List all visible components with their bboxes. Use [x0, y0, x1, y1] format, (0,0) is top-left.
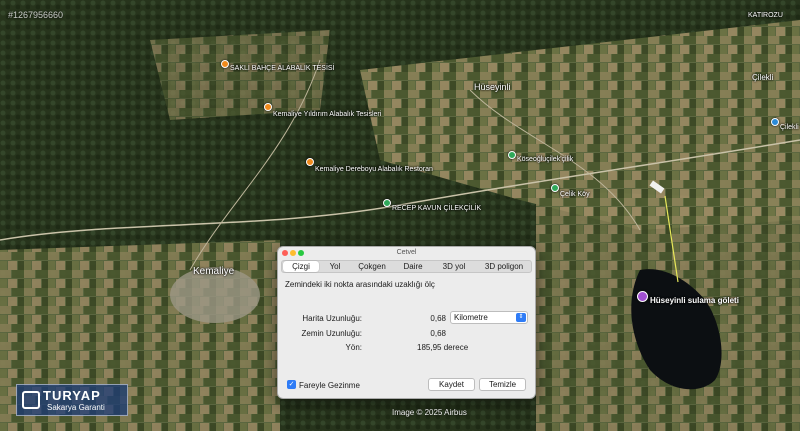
tab-path[interactable]: Yol: [320, 261, 350, 272]
tab-circle[interactable]: Daire: [396, 261, 430, 272]
place-label-huseyinli[interactable]: Hüseyinli: [474, 82, 511, 92]
tab-3d-polygon[interactable]: 3D poligon: [478, 261, 530, 272]
save-button[interactable]: Kaydet: [428, 378, 475, 391]
shop-pin-icon[interactable]: [551, 184, 559, 192]
place-label-celik-koy[interactable]: Çelik Köy: [560, 191, 590, 198]
window-title: Cetvel: [396, 249, 417, 256]
clear-button[interactable]: Temizle: [479, 378, 526, 391]
map-length-label: Harita Uzunluğu:: [302, 314, 362, 323]
shop-pin-icon[interactable]: [508, 151, 516, 159]
place-label-recep[interactable]: RECEP KAVUN ÇİLEKÇİLİK: [392, 205, 481, 212]
mouse-navigation-label[interactable]: Fareyle Gezinme: [299, 381, 360, 390]
place-label-yildirim[interactable]: Kemaliye Yıldırım Alabalık Tesisleri: [273, 111, 381, 118]
logo-brand: TURYAP: [43, 388, 101, 403]
unit-select[interactable]: Kilometre ⇕: [450, 311, 528, 324]
logo-subtitle: Sakarya Garanti: [47, 403, 105, 412]
pond-pin-icon[interactable]: [637, 291, 648, 302]
logo-mark-icon: [22, 391, 40, 409]
heading-label: Yön:: [345, 343, 362, 352]
ruler-window: Cetvel Çizgi Yol Çokgen Daire 3D yol 3D …: [277, 246, 536, 399]
heading-value: 185,95 derece: [417, 343, 469, 352]
window-titlebar[interactable]: Cetvel: [278, 247, 535, 259]
place-label-dereboyu[interactable]: Kemaliye Dereboyu Alabalık Restoran: [315, 166, 433, 173]
chevron-updown-icon: ⇕: [516, 313, 526, 322]
tab-3d-path[interactable]: 3D yol: [434, 261, 474, 272]
place-label-cilekli[interactable]: Çilekli: [752, 73, 773, 82]
imagery-attribution: Image © 2025 Airbus: [392, 408, 467, 417]
ground-length-label: Zemin Uzunluğu:: [301, 329, 362, 338]
mouse-navigation-checkbox[interactable]: ✓: [287, 380, 296, 389]
restaurant-pin-icon[interactable]: [264, 103, 272, 111]
place-label-sakli-bahce[interactable]: SAKLI BAHÇE ALABALIK TESİSİ: [230, 65, 335, 72]
tab-line[interactable]: Çizgi: [283, 261, 319, 272]
place-label-cilekli-right[interactable]: Çilekli: [780, 124, 799, 131]
place-pin-icon[interactable]: [771, 118, 779, 126]
tab-bar: Çizgi Yol Çokgen Daire 3D yol 3D poligon: [281, 260, 532, 273]
tab-polygon[interactable]: Çokgen: [352, 261, 392, 272]
place-label-katirozu[interactable]: KATIROZU: [748, 12, 783, 19]
image-id-watermark: #1267956660: [8, 10, 64, 20]
restaurant-pin-icon[interactable]: [306, 158, 314, 166]
turyap-logo: TURYAP Sakarya Garanti: [16, 384, 128, 416]
shop-pin-icon[interactable]: [383, 199, 391, 207]
restaurant-pin-icon[interactable]: [221, 60, 229, 68]
place-label-kosecilik[interactable]: Köseoğluçilek'çilik: [517, 156, 573, 163]
map-length-value: 0,68: [430, 314, 446, 323]
ground-length-value: 0,68: [430, 329, 446, 338]
place-label-pond[interactable]: Hüseyinli sulama göleti: [650, 296, 739, 305]
place-label-kemaliye[interactable]: Kemaliye: [193, 266, 234, 277]
measure-description: Zemindeki iki nokta arasındaki uzaklığı …: [285, 280, 435, 289]
unit-select-value: Kilometre: [454, 313, 488, 322]
